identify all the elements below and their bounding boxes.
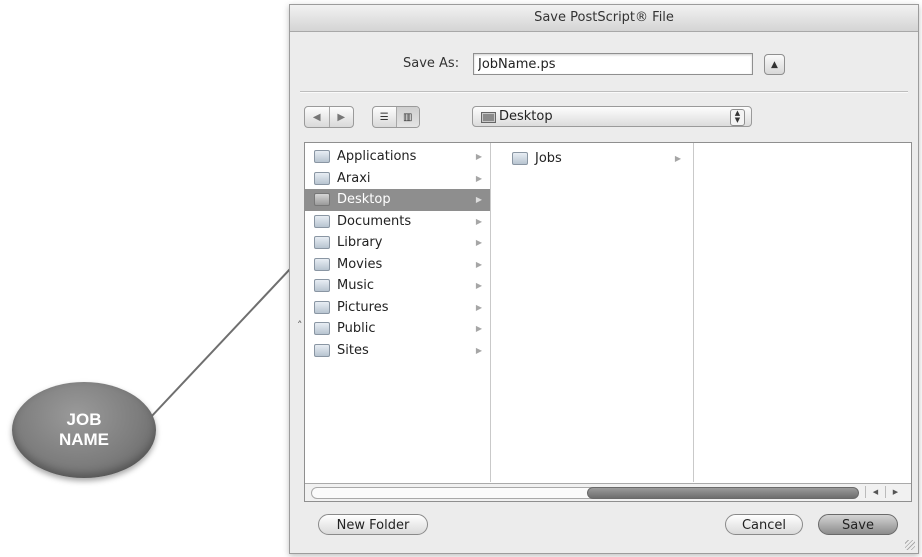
expand-dialog-button[interactable]: ▲ (764, 54, 785, 75)
list-item-jobs[interactable]: Jobs ▶ (492, 148, 693, 170)
scroll-right-button[interactable]: ▶ (885, 486, 905, 498)
chevron-right-icon: ▶ (475, 302, 482, 312)
sidebar-item-label: Music (337, 278, 374, 294)
chevron-right-icon: ▶ (475, 324, 482, 334)
save-as-row: Save As: ▲ (290, 53, 918, 77)
chevron-right-icon: ▶ (475, 281, 482, 291)
forward-button[interactable]: ▶ (328, 107, 354, 127)
sidebar-item-label: Pictures (337, 299, 389, 315)
chevron-right-icon: ▶ (475, 345, 482, 355)
browser-column-2: Jobs ▶ (492, 143, 694, 482)
desktop-folder-icon (481, 111, 496, 127)
column-view-button[interactable]: ▥ (395, 107, 419, 127)
folder-icon (314, 193, 330, 207)
folder-icon (314, 257, 330, 271)
location-label: Desktop (499, 109, 553, 124)
callout-line2: NAME (58, 430, 110, 449)
sidebar-item-araxi[interactable]: Araxi ▶ (305, 168, 490, 190)
scroll-left-button[interactable]: ◀ (865, 486, 885, 498)
folder-icon (314, 279, 330, 293)
back-forward-control: ◀ ▶ (304, 106, 354, 128)
save-dialog: Save PostScript® File Save As: ▲ ◀ ▶ ☰ ▥… (289, 4, 919, 554)
sidebar-item-pictures[interactable]: Pictures ▶ (305, 297, 490, 319)
browser-column-1: Applications ▶ Araxi ▶ Desktop ▶ Documents ▶ Lib… (305, 143, 491, 482)
chevron-right-icon: ▶ (475, 173, 482, 183)
callout-line1: JOB (66, 410, 102, 429)
dialog-divider (300, 91, 908, 93)
sidebar-item-public[interactable]: Public ▶ (305, 318, 490, 340)
dialog-title: Save PostScript® File (290, 5, 918, 32)
sidebar-item-desktop[interactable]: Desktop ▶ (305, 189, 490, 211)
popup-stepper-icon: ▲ ▼ (730, 109, 745, 126)
folder-icon (314, 322, 330, 336)
chevron-right-icon: ▶ (337, 111, 346, 123)
sidebar-item-movies[interactable]: Movies ▶ (305, 254, 490, 276)
folder-icon (314, 236, 330, 250)
list-view-button[interactable]: ☰ (373, 107, 396, 127)
sidebar-item-label: Applications (337, 149, 417, 165)
browser-column-3 (695, 143, 909, 482)
folder-icon (314, 150, 330, 164)
job-name-callout: JOB NAME (12, 382, 156, 478)
sidebar-item-label: Sites (337, 342, 369, 358)
sidebar-item-sites[interactable]: Sites ▶ (305, 340, 490, 362)
sidebar-item-label: Library (337, 235, 383, 251)
folder-icon (314, 343, 330, 357)
triangle-up-icon: ▲ (771, 59, 778, 70)
list-item-label: Jobs (535, 151, 562, 167)
horizontal-scrollbar[interactable]: ◀ ▶ (305, 483, 911, 501)
chevron-right-icon: ▶ (475, 195, 482, 205)
column-browser: ˄ Applications ▶ Araxi ▶ Desktop ▶ Documents ▶ L… (297, 142, 912, 502)
sidebar-item-applications[interactable]: Applications ▶ (305, 146, 490, 168)
sidebar-item-documents[interactable]: Documents ▶ (305, 211, 490, 233)
sidebar-item-label: Movies (337, 256, 383, 272)
chevron-right-icon: ▶ (475, 259, 482, 269)
resize-grip[interactable] (905, 540, 915, 550)
sidebar-item-label: Public (337, 321, 376, 337)
folder-icon (314, 214, 330, 228)
sidebar-item-label: Documents (337, 213, 412, 229)
filename-field[interactable] (473, 53, 753, 75)
save-button[interactable]: Save (818, 514, 898, 535)
scroll-arrows: ◀ ▶ (865, 486, 905, 498)
column-view-icon: ▥ (403, 111, 413, 123)
chevron-right-icon: ▶ (674, 154, 681, 164)
folder-icon (512, 152, 528, 166)
new-folder-button[interactable]: New Folder (318, 514, 428, 535)
location-popup[interactable]: Desktop ▲ ▼ (472, 106, 752, 127)
column-resize-handle[interactable]: ˄ (297, 319, 303, 332)
folder-icon (314, 300, 330, 314)
sidebar-item-music[interactable]: Music ▶ (305, 275, 490, 297)
chevron-right-icon: ▶ (475, 238, 482, 248)
sidebar-item-label: Araxi (337, 170, 371, 186)
chevron-left-icon: ◀ (312, 111, 321, 123)
sidebar-item-label: Desktop (337, 192, 391, 208)
save-as-label: Save As: (403, 56, 460, 71)
chevron-right-icon: ▶ (475, 216, 482, 226)
folder-icon (314, 171, 330, 185)
back-button[interactable]: ◀ (305, 107, 329, 127)
view-mode-control: ☰ ▥ (372, 106, 420, 128)
list-view-icon: ☰ (379, 111, 389, 123)
chevron-right-icon: ▶ (475, 152, 482, 162)
cancel-button[interactable]: Cancel (725, 514, 803, 535)
sidebar-item-library[interactable]: Library ▶ (305, 232, 490, 254)
scroll-thumb[interactable] (587, 487, 859, 499)
